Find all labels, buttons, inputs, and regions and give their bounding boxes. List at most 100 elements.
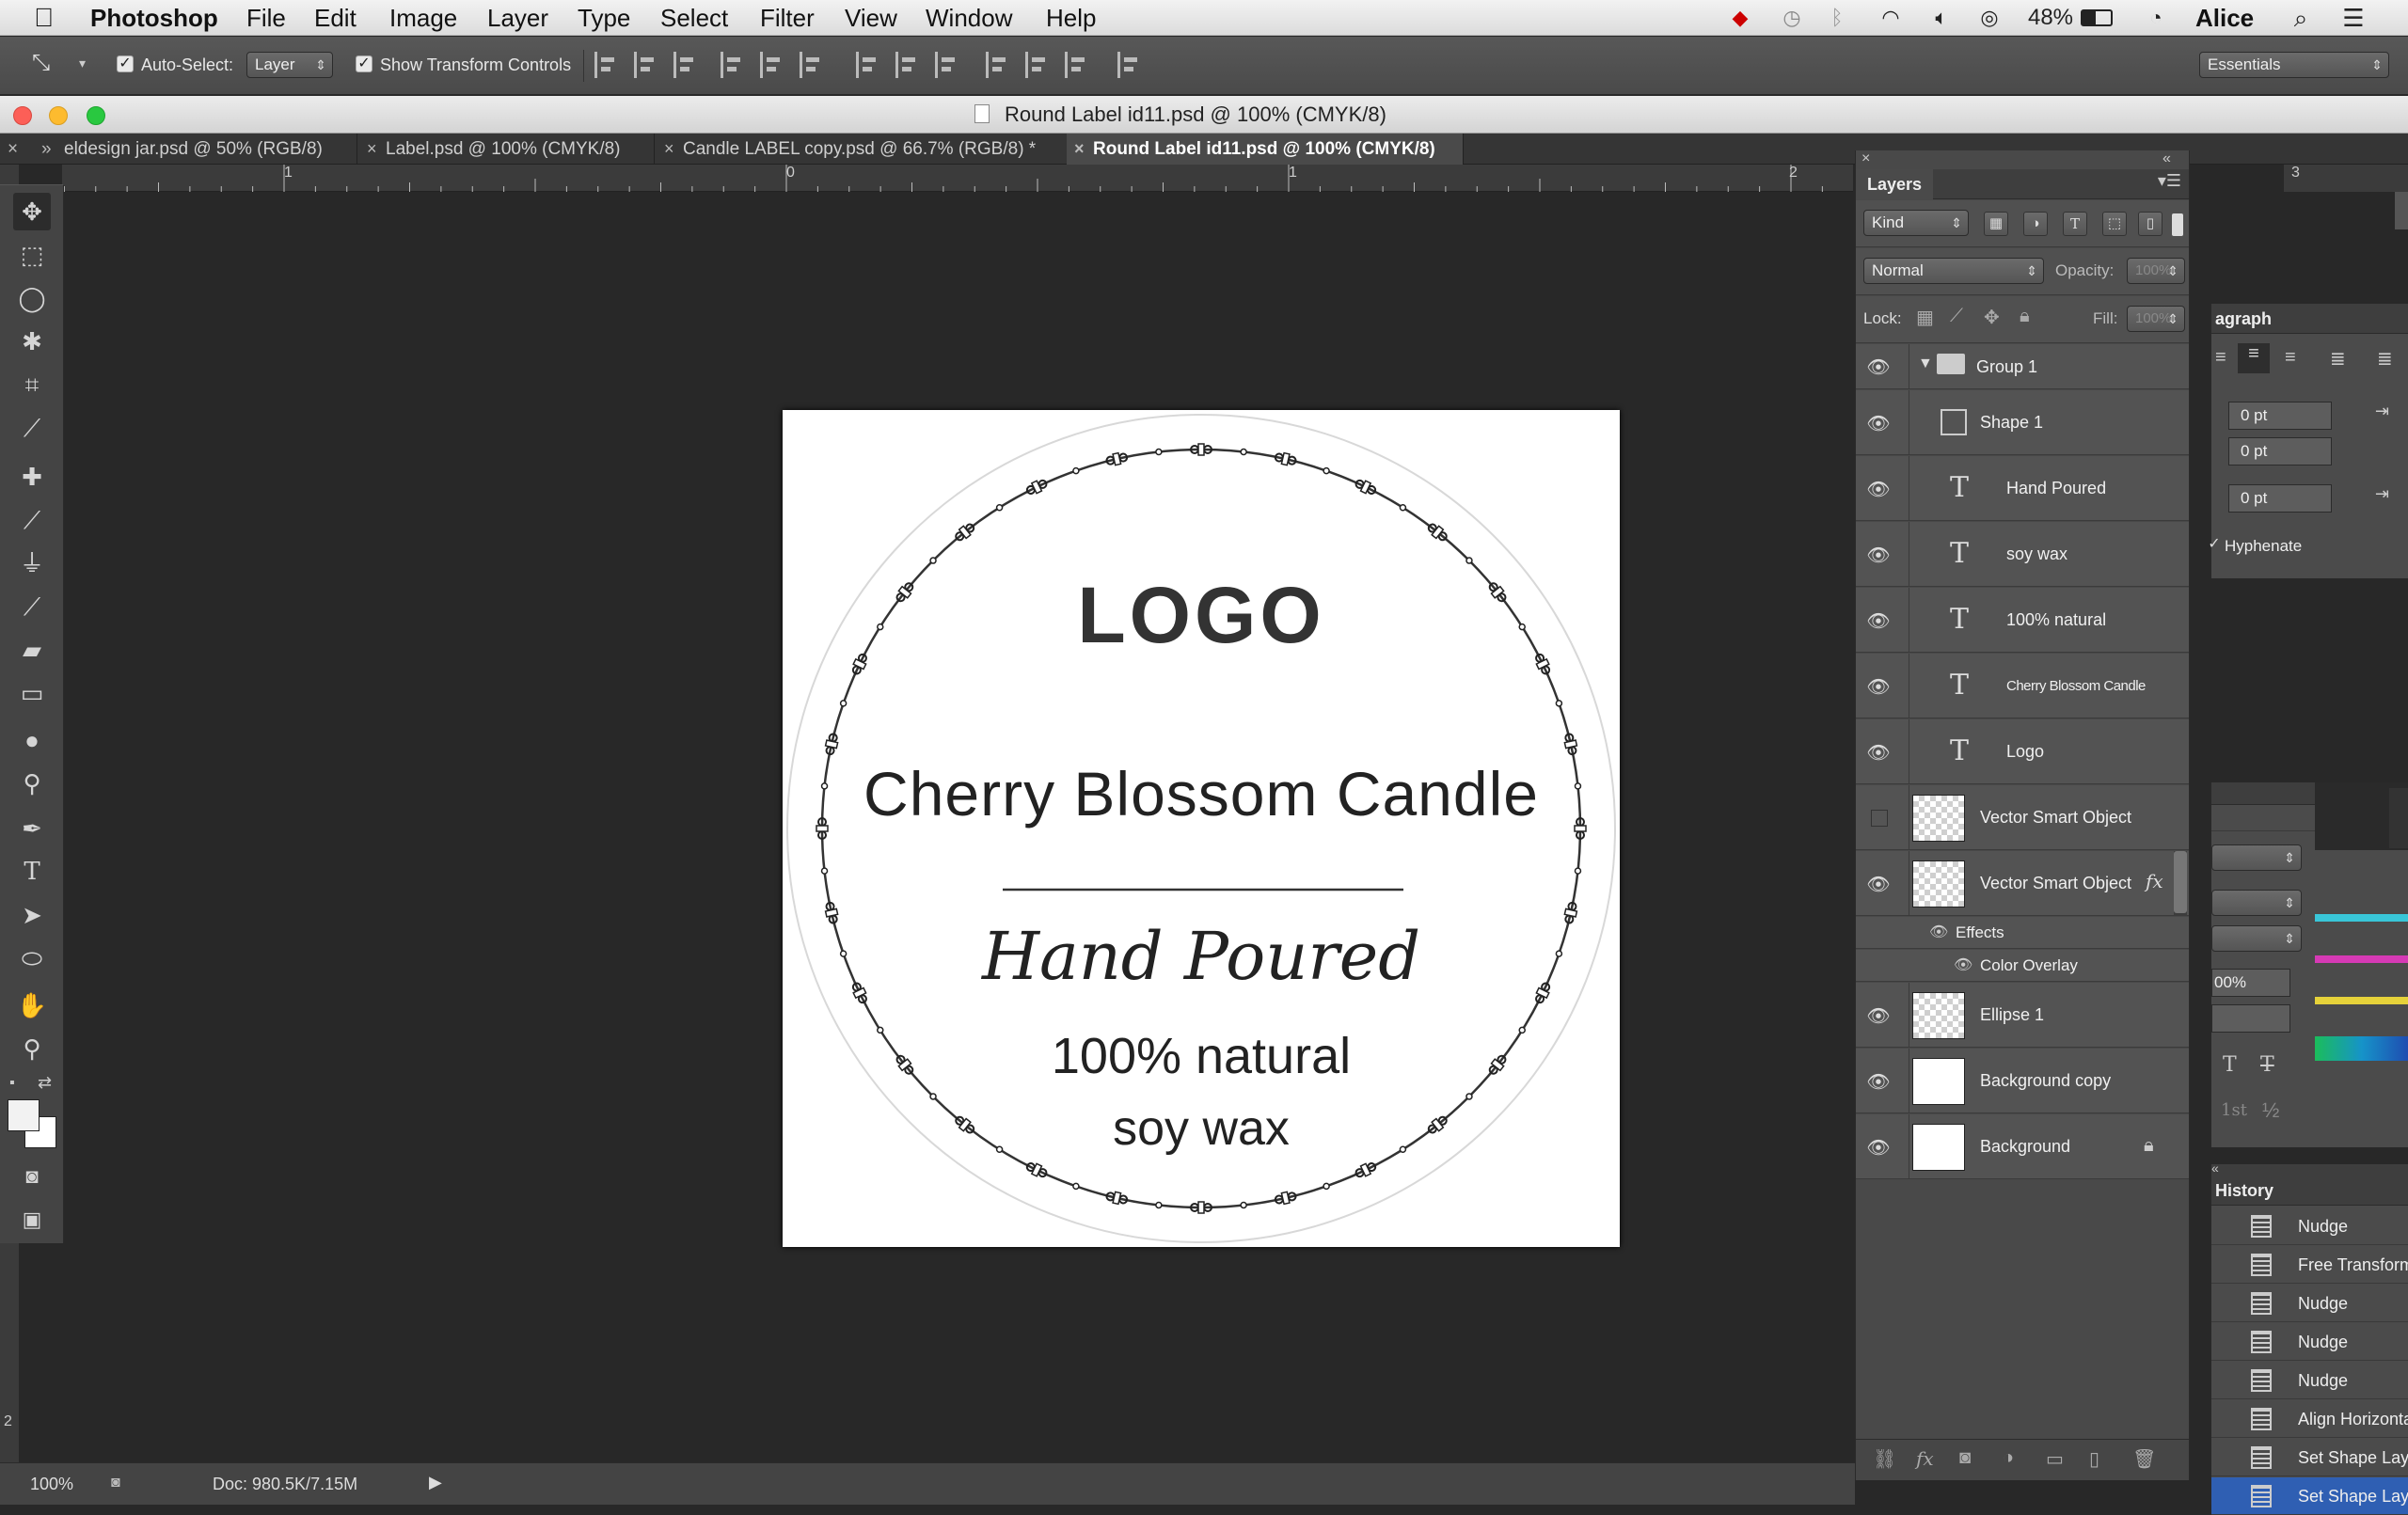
show-transform-checkbox[interactable]: ✓: [356, 55, 372, 72]
menu-layer[interactable]: Layer: [487, 4, 548, 32]
move-tool-preset-icon[interactable]: ⤡: [32, 50, 50, 76]
align-right-text-icon[interactable]: ≡: [2285, 347, 2296, 369]
lock-image-icon[interactable]: ⟋: [1950, 306, 1963, 327]
blend-mode-dropdown[interactable]: Normal: [1863, 258, 2044, 284]
eraser-tool-icon[interactable]: ▰: [13, 631, 51, 669]
crop-tool-icon[interactable]: ⌗: [13, 366, 51, 403]
justify-last-center-icon[interactable]: ≣: [2377, 347, 2393, 371]
auto-align-button[interactable]: [1117, 52, 1140, 78]
user-name[interactable]: Alice: [2195, 4, 2254, 32]
document-proxy-icon[interactable]: [974, 104, 990, 123]
visibility-eye-icon[interactable]: 👁︎: [1865, 544, 1892, 566]
history-state[interactable]: Align Horizontal: [2211, 1400, 2408, 1438]
tab-round-label[interactable]: × Round Label id11.psd @ 100% (CMYK/8): [1067, 134, 1464, 165]
zoom-tool-icon[interactable]: ⚲: [13, 1030, 51, 1067]
filter-shape-icon[interactable]: ⬚: [2102, 212, 2127, 236]
bluetooth-icon[interactable]: ᛒ: [1823, 4, 1851, 32]
space-after-icon[interactable]: ⇥: [2375, 484, 2389, 504]
hand-tool-icon[interactable]: ✋: [13, 986, 51, 1024]
layer-row-background-copy[interactable]: 👁︎ Background copy: [1856, 1049, 2189, 1113]
preset-dropdown-icon[interactable]: ▾: [79, 55, 86, 71]
swatch-yellow[interactable]: [2315, 997, 2408, 1004]
visibility-eye-icon[interactable]: 👁︎: [1865, 675, 1892, 698]
lock-position-icon[interactable]: ✥: [1984, 306, 2000, 329]
history-state[interactable]: Nudge: [2211, 1323, 2408, 1361]
layer-row-text[interactable]: 👁︎ T soy wax: [1856, 522, 2189, 587]
dodge-tool-icon[interactable]: ⚲: [13, 765, 51, 802]
scale-field[interactable]: 00%: [2211, 969, 2290, 997]
align-bottom-button[interactable]: [673, 52, 696, 78]
swatch-cyan[interactable]: [2315, 914, 2408, 922]
layers-scrollbar-track[interactable]: [2174, 851, 2187, 916]
menu-help[interactable]: Help: [1046, 4, 1096, 32]
quick-mask-icon[interactable]: ◙: [13, 1158, 51, 1195]
baseline-field[interactable]: [2211, 1004, 2290, 1033]
move-tool-icon[interactable]: ✥: [13, 193, 51, 230]
layer-row-text[interactable]: 👁︎ T Cherry Blossom Candle: [1856, 654, 2189, 718]
healing-brush-tool-icon[interactable]: ✚: [13, 458, 51, 496]
tab-label-psd[interactable]: × Label.psd @ 100% (CMYK/8): [359, 134, 655, 165]
filter-toggle-switch[interactable]: [2172, 213, 2183, 236]
lock-transparent-icon[interactable]: ▦: [1916, 306, 1934, 329]
side-scroll-stub[interactable]: [2389, 788, 2408, 848]
panel-menu-icon[interactable]: ▾☰: [2158, 171, 2181, 191]
gradient-tool-icon[interactable]: ▭: [13, 674, 51, 712]
indent-first-line-field[interactable]: 0 pt: [2228, 437, 2332, 466]
default-colors-icon[interactable]: ▪: [9, 1075, 15, 1092]
paragraph-tab[interactable]: agraph: [2215, 309, 2272, 329]
align-center-text-icon[interactable]: ≡: [2238, 343, 2270, 373]
history-state[interactable]: Free Transform: [2211, 1246, 2408, 1284]
align-top-button[interactable]: [594, 52, 617, 78]
align-left-text-icon[interactable]: ≡: [2215, 347, 2226, 369]
layer-row-text[interactable]: 👁︎ T 100% natural: [1856, 588, 2189, 653]
space-before-field[interactable]: 0 pt: [2228, 484, 2332, 513]
zoom-level[interactable]: 100%: [30, 1475, 73, 1494]
strikethrough-icon[interactable]: T: [2260, 1053, 2274, 1077]
close-tab-group-icon[interactable]: ×: [8, 134, 18, 165]
apple-icon[interactable]: : [34, 4, 54, 32]
hyphenate-checkbox[interactable]: ✓: [2206, 537, 2223, 554]
fx-icon[interactable]: fx: [2146, 870, 2163, 892]
visibility-eye-icon[interactable]: 👁︎: [1865, 1136, 1892, 1159]
menu-edit[interactable]: Edit: [314, 4, 356, 32]
menu-type[interactable]: Type: [578, 4, 630, 32]
close-tab-icon[interactable]: ×: [1074, 134, 1085, 165]
justify-last-left-icon[interactable]: ≣: [2330, 347, 2346, 371]
workspace-dropdown[interactable]: Essentials: [2199, 52, 2389, 78]
horizontal-ruler-right[interactable]: 3: [2284, 165, 2408, 192]
blur-tool-icon[interactable]: ●: [13, 721, 51, 759]
layer-row-smart-object-hidden[interactable]: Vector Smart Object: [1856, 785, 2189, 850]
tab-candle-label-copy[interactable]: × Candle LABEL copy.psd @ 66.7% (RGB/8) *: [657, 134, 1074, 165]
layer-row-text[interactable]: 👁︎ T Hand Poured: [1856, 456, 2189, 521]
ordinals-icon[interactable]: 1st: [2221, 1100, 2247, 1120]
color-overlay-eye-icon[interactable]: 👁︎: [1954, 955, 1972, 974]
pen-tool-icon[interactable]: ✒: [13, 810, 51, 847]
ellipse-tool-icon[interactable]: ⬭: [13, 939, 51, 977]
history-brush-tool-icon[interactable]: ⟋: [13, 588, 51, 625]
filter-pixel-icon[interactable]: ▦: [1984, 212, 2008, 236]
distribute-top-button[interactable]: [856, 52, 879, 78]
history-state-current[interactable]: Set Shape Layer: [2211, 1477, 2408, 1515]
history-state[interactable]: Set Shape Layer: [2211, 1439, 2408, 1476]
layer-row-smart-object[interactable]: 👁︎ Vector Smart Object fx: [1856, 851, 2189, 916]
add-mask-icon[interactable]: ◙: [1959, 1447, 1971, 1469]
swap-colors-icon[interactable]: ⇄: [38, 1073, 52, 1093]
app-menu[interactable]: Photoshop: [90, 4, 218, 32]
distribute-right-button[interactable]: [1065, 52, 1087, 78]
battery-icon[interactable]: [2081, 9, 2113, 26]
close-tab-icon[interactable]: ×: [664, 134, 674, 165]
align-horizontal-center-button[interactable]: [760, 52, 783, 78]
new-adjustment-icon[interactable]: ◑: [2003, 1447, 2014, 1469]
menu-image[interactable]: Image: [389, 4, 457, 32]
dropbox-icon[interactable]: ◆: [1723, 4, 1757, 32]
leading-dropdown[interactable]: [2211, 890, 2302, 916]
close-tab-icon[interactable]: ×: [367, 134, 377, 165]
visibility-eye-icon[interactable]: 👁︎: [1865, 1004, 1892, 1027]
visibility-eye-icon[interactable]: 👁︎: [1865, 355, 1892, 378]
layers-scrollbar-thumb[interactable]: [2174, 851, 2187, 913]
history-state[interactable]: Nudge: [2211, 1362, 2408, 1399]
indent-right-icon[interactable]: ⇥: [2375, 402, 2389, 421]
effects-eye-icon[interactable]: 👁︎: [1929, 923, 1948, 941]
color-overlay-row[interactable]: 👁︎ Color Overlay: [1856, 950, 2189, 982]
group-expand-icon[interactable]: ▼: [1918, 355, 1933, 372]
